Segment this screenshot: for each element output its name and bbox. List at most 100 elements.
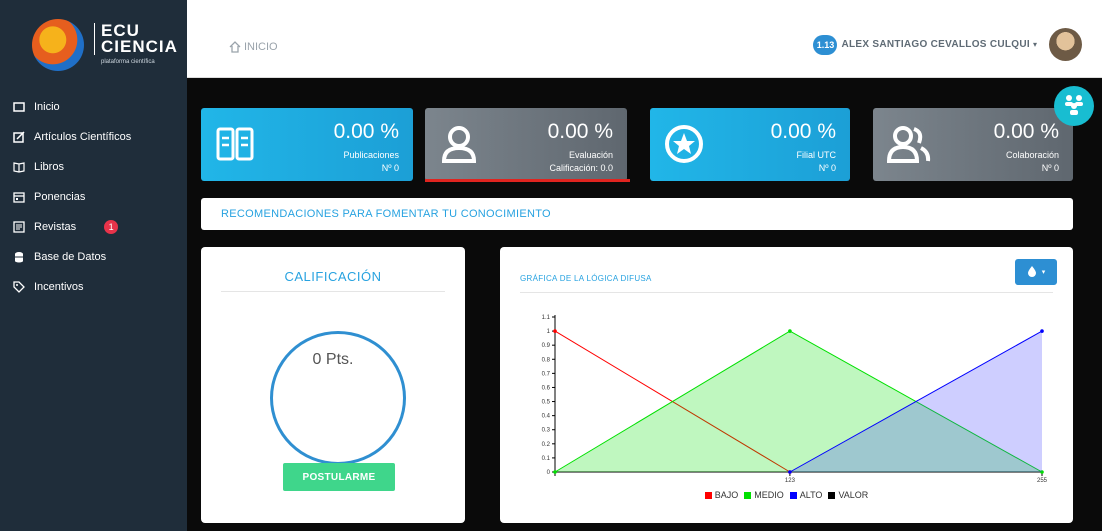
y-tick-label: 0.6 bbox=[542, 385, 551, 391]
notification-badge: 1 bbox=[104, 220, 119, 234]
recommendations-banner[interactable]: RECOMENDACIONES PARA FOMENTAR TU CONOCIM… bbox=[201, 198, 1073, 230]
sidebar-item-articulos[interactable]: Artículos Científicos bbox=[0, 122, 187, 152]
series-point-alto bbox=[1040, 329, 1044, 333]
star-circle-icon bbox=[664, 124, 704, 164]
book-open-icon bbox=[12, 160, 26, 174]
active-indicator bbox=[425, 179, 630, 182]
book-icon bbox=[215, 124, 255, 164]
y-tick-label: 1.1 bbox=[542, 315, 551, 321]
legend-swatch bbox=[744, 491, 752, 499]
legend-item-valor[interactable]: VALOR bbox=[828, 490, 868, 500]
stat-label: Colaboración bbox=[1005, 150, 1059, 160]
stat-card-filial[interactable]: 0.00 % Filial UTC Nº 0 bbox=[650, 108, 850, 181]
sidebar: ECU CIENCIA plataforma científica Inicio… bbox=[0, 0, 187, 531]
chart-legend: BAJO MEDIO ALTO VALOR bbox=[500, 490, 1073, 500]
legend-swatch bbox=[789, 491, 797, 499]
legend-item-alto[interactable]: ALTO bbox=[789, 490, 823, 500]
sidebar-item-label: Revistas bbox=[34, 221, 77, 233]
sidebar-item-revistas[interactable]: Revistas 1 bbox=[0, 212, 187, 242]
divider bbox=[520, 292, 1053, 293]
chevron-down-icon: ▾ bbox=[1041, 269, 1046, 276]
main-content: 0.00 % Publicaciones Nº 0 0.00 % Evaluac… bbox=[187, 78, 1102, 531]
sidebar-item-label: Ponencias bbox=[34, 191, 86, 203]
y-tick-label: 0.8 bbox=[542, 357, 551, 363]
sidebar-item-base-de-datos[interactable]: Base de Datos bbox=[0, 242, 187, 272]
y-tick-label: 0.1 bbox=[542, 456, 551, 462]
fuzzy-logic-chart: 0 0.1 0.2 0.3 0.4 0.5 0.6 0.7 0.8 0.9 1 1.1 123 255 bbox=[542, 315, 1048, 484]
logo-title: ECU CIENCIA bbox=[94, 22, 178, 55]
drop-icon bbox=[1027, 265, 1037, 280]
database-icon bbox=[12, 250, 26, 264]
y-tick-label: 0.5 bbox=[542, 400, 551, 406]
sidebar-item-label: Incentivos bbox=[34, 281, 84, 293]
sidebar-item-ponencias[interactable]: Ponencias bbox=[0, 182, 187, 212]
card-title: CALIFICACIÓN bbox=[284, 269, 382, 284]
sidebar-item-label: Inicio bbox=[34, 101, 60, 113]
legend-item-bajo[interactable]: BAJO bbox=[704, 490, 739, 500]
stat-sub: Nº 0 bbox=[381, 163, 399, 173]
tag-icon bbox=[12, 280, 26, 294]
user-score-badge: 1.13 bbox=[813, 34, 838, 55]
calificacion-card: CALIFICACIÓN 0 Pts. POSTULARME bbox=[201, 247, 465, 523]
user-icon bbox=[439, 124, 479, 164]
y-tick-label: 0 bbox=[547, 470, 551, 476]
chart-options-dropdown[interactable]: ▾ bbox=[1015, 259, 1057, 285]
user-name[interactable]: ALEX SANTIAGO CEVALLOS CULQUI bbox=[841, 39, 1030, 50]
stat-value: 0.00 % bbox=[547, 120, 613, 143]
series-point-medio bbox=[788, 329, 792, 333]
home-icon bbox=[229, 41, 241, 53]
stat-card-publicaciones[interactable]: 0.00 % Publicaciones Nº 0 bbox=[201, 108, 413, 181]
ecuciencia-logo[interactable]: ECU CIENCIA plataforma científica bbox=[24, 13, 180, 75]
stat-value: 0.00 % bbox=[770, 120, 836, 143]
sidebar-item-label: Base de Datos bbox=[34, 251, 107, 263]
fuzzy-logic-chart-card: GRÁFICA DE LA LÓGICA DIFUSA ▾ 0 0.1 0.2 0.3… bbox=[500, 247, 1073, 523]
legend-label: VALOR bbox=[838, 490, 869, 500]
y-tick-label: 0.3 bbox=[542, 428, 551, 434]
sidebar-item-label: Artículos Científicos bbox=[34, 131, 132, 143]
sidebar-nav: Inicio Artículos Científicos Libros Pone… bbox=[0, 92, 187, 302]
stat-sub: Nº 0 bbox=[818, 163, 836, 173]
stat-value: 0.00 % bbox=[993, 120, 1059, 143]
legend-swatch bbox=[704, 491, 712, 499]
stat-card-colaboracion[interactable]: 0.00 % Colaboración Nº 0 bbox=[873, 108, 1073, 181]
users-icon bbox=[886, 124, 931, 164]
y-tick-label: 0.2 bbox=[542, 442, 551, 448]
series-point-alto bbox=[788, 470, 792, 474]
legend-swatch bbox=[828, 491, 836, 499]
team-fab-button[interactable] bbox=[1054, 86, 1094, 126]
logo-subtitle: plataforma científica bbox=[101, 59, 155, 65]
stat-card-evaluacion[interactable]: 0.00 % Evaluación Calificación: 0.0 bbox=[425, 108, 627, 181]
y-tick-label: 0.4 bbox=[542, 414, 551, 420]
edit-icon bbox=[12, 130, 26, 144]
sidebar-item-inicio[interactable]: Inicio bbox=[0, 92, 187, 122]
legend-label: MEDIO bbox=[754, 490, 784, 500]
stat-sub: Calificación: 0.0 bbox=[549, 163, 613, 173]
team-icon bbox=[1062, 92, 1086, 121]
avatar[interactable] bbox=[1049, 28, 1082, 61]
breadcrumb[interactable]: INICIO bbox=[229, 41, 278, 53]
stat-value: 0.00 % bbox=[333, 120, 399, 143]
sidebar-item-incentivos[interactable]: Incentivos bbox=[0, 272, 187, 302]
legend-label: BAJO bbox=[714, 490, 739, 500]
stat-label: Evaluación bbox=[568, 150, 613, 160]
sidebar-item-label: Libros bbox=[34, 161, 64, 173]
square-icon bbox=[12, 100, 26, 114]
y-tick-label: 0.9 bbox=[542, 343, 551, 349]
divider bbox=[221, 291, 445, 292]
sidebar-item-libros[interactable]: Libros bbox=[0, 152, 187, 182]
stat-label: Publicaciones bbox=[343, 150, 399, 160]
legend-label: ALTO bbox=[799, 490, 823, 500]
breadcrumb-label: INICIO bbox=[244, 41, 278, 53]
stat-label: Filial UTC bbox=[796, 150, 837, 160]
chevron-down-icon[interactable]: ▾ bbox=[1033, 40, 1037, 49]
y-tick-label: 1 bbox=[547, 329, 551, 335]
user-menu[interactable]: 1.13 ALEX SANTIAGO CEVALLOS CULQUI ▾ bbox=[813, 28, 1082, 61]
x-tick-label: 123 bbox=[785, 478, 796, 484]
calendar-icon bbox=[12, 190, 26, 204]
legend-item-medio[interactable]: MEDIO bbox=[744, 490, 784, 500]
postularme-button[interactable]: POSTULARME bbox=[283, 463, 395, 491]
chart-title: GRÁFICA DE LA LÓGICA DIFUSA bbox=[520, 274, 652, 283]
x-tick-label: 255 bbox=[1037, 478, 1048, 484]
globe-logo-icon bbox=[32, 19, 84, 71]
series-point-bajo bbox=[553, 329, 557, 333]
